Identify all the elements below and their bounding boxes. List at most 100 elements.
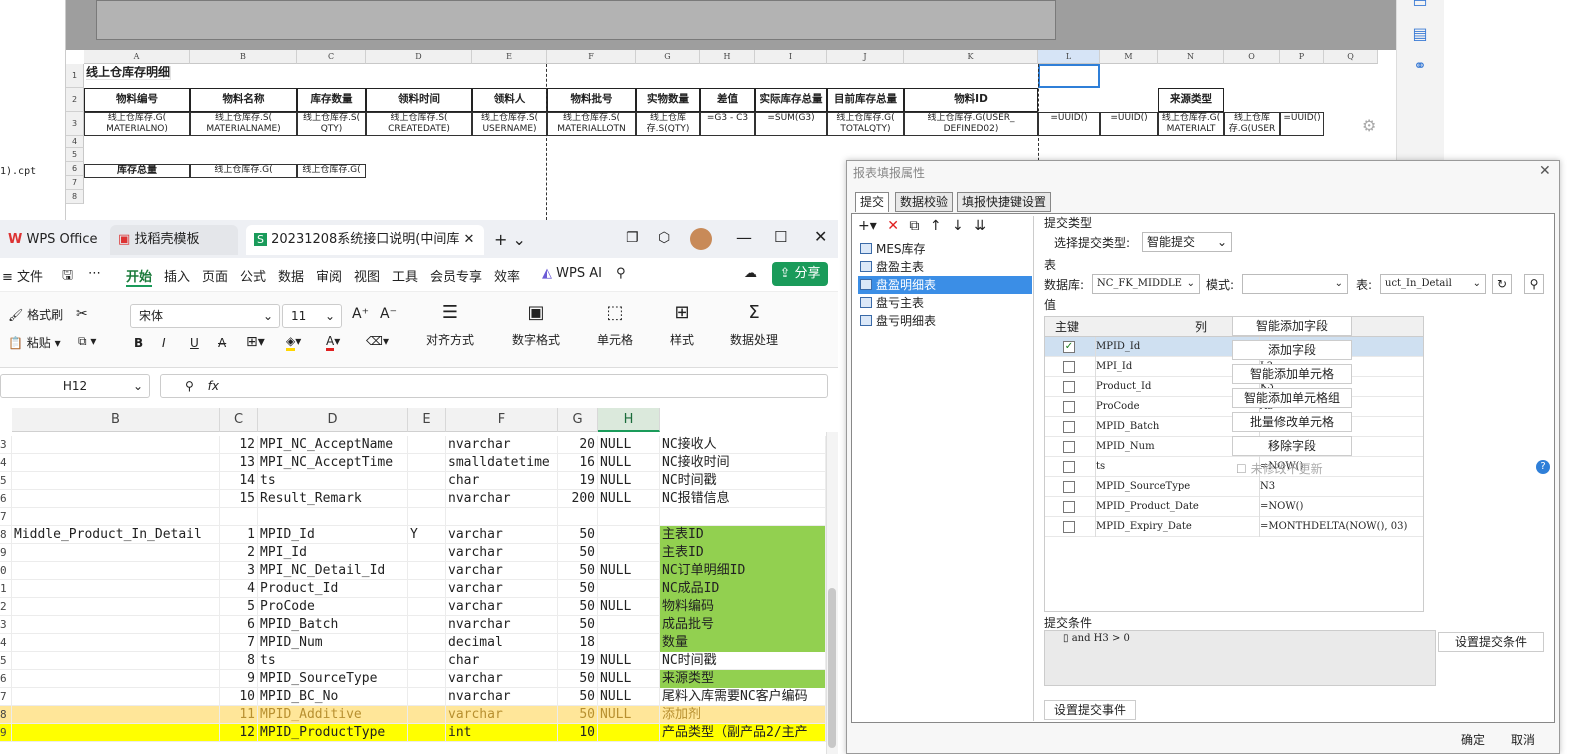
paste-button[interactable]: 📋 粘贴 ▾ <box>8 334 61 351</box>
cell-button[interactable]: ⬚ 单元格 <box>588 302 642 348</box>
side-action-button[interactable]: 添加字段 <box>1232 340 1352 360</box>
cell-nullable[interactable]: NULL <box>598 472 660 490</box>
side-action-button[interactable]: 批量修改单元格 <box>1232 412 1352 432</box>
cell-pk[interactable] <box>408 616 446 634</box>
cell-length[interactable]: 50 <box>558 670 598 688</box>
align-button[interactable]: ☰ 对齐方式 <box>420 302 480 348</box>
save-icon[interactable]: 🖫 <box>62 266 73 288</box>
table-row[interactable]: 5 14 ts char 19 NULL NC时间戳 <box>0 472 826 490</box>
cell-seq[interactable]: 3 <box>220 562 258 580</box>
cell-field-name[interactable]: MPID_Num <box>260 634 408 652</box>
cell-seq[interactable]: 15 <box>220 490 258 508</box>
delete-icon[interactable]: ✕ <box>887 218 899 234</box>
cell-description[interactable]: NC接收时间 <box>660 454 826 472</box>
cell-seq[interactable]: 7 <box>220 634 258 652</box>
total-row-cell[interactable]: 库存总量 <box>84 164 190 178</box>
font-color-icon[interactable]: A▾ <box>326 334 340 351</box>
cell-pk[interactable] <box>408 634 446 652</box>
font-size-select[interactable]: 11 ⌄ <box>282 304 342 328</box>
formula-cell[interactable]: 线上仓库存.S(QTY) <box>636 112 700 136</box>
cell-length[interactable]: 19 <box>558 472 598 490</box>
cell-table-name[interactable] <box>14 670 220 688</box>
table-row[interactable]: 3 6 MPID_Batch nvarchar 50 成品批号 <box>0 616 826 634</box>
header-cell[interactable]: 差值 <box>700 88 755 112</box>
style-button[interactable]: ⊞ 样式 <box>660 302 704 348</box>
cell-table-name[interactable] <box>14 598 220 616</box>
cell-length[interactable]: 19 <box>558 652 598 670</box>
field-row[interactable]: MPID_Product_Date =NOW() <box>1045 497 1423 517</box>
cell-seq[interactable]: 1 <box>220 526 258 544</box>
tab-member[interactable]: 会员专享 <box>430 266 482 285</box>
cell-seq[interactable]: 5 <box>220 598 258 616</box>
cell-field-name[interactable]: MPID_SourceType <box>260 670 408 688</box>
row-number[interactable]: 3 <box>0 616 12 634</box>
cell-pk[interactable] <box>408 562 446 580</box>
cell-pk[interactable] <box>408 670 446 688</box>
scrollbar-thumb[interactable] <box>828 588 836 748</box>
formula-cell[interactable]: 线上仓库存.S( USERNAME) <box>472 112 547 136</box>
cell-table-name[interactable] <box>14 580 220 598</box>
row-number[interactable]: 9 <box>0 724 12 742</box>
formula-cell[interactable]: 线上仓库存.G(USER_ DEFINED02) <box>904 112 1038 136</box>
row-number[interactable]: 0 <box>0 562 12 580</box>
increase-font-icon[interactable]: A⁺ <box>352 306 369 322</box>
cell-table-name[interactable] <box>14 652 220 670</box>
cell-nullable[interactable]: NULL <box>598 652 660 670</box>
tab-shortcuts[interactable]: 填报快捷键设置 <box>957 192 1052 212</box>
tree-item[interactable]: 盘亏主表 <box>858 294 1032 312</box>
total-row-cell[interactable]: 线上仓库存.G( <box>190 164 297 178</box>
column-header[interactable]: A <box>84 50 190 64</box>
tree-item[interactable]: 盘盈明细表 <box>858 276 1032 294</box>
cell-description[interactable]: 成品批号 <box>660 616 826 634</box>
formula-cell[interactable]: 线上仓库存.G( MATERIALNO) <box>84 112 190 136</box>
eraser-icon[interactable]: ⌫▾ <box>366 334 389 348</box>
table-row[interactable]: 8 Middle_Product_In_Detail 1 MPID_Id Yvarcha… <box>0 526 826 544</box>
condition-box[interactable]: ▯ and H3 > 0 <box>1044 630 1436 686</box>
cell-pk[interactable] <box>408 580 446 598</box>
table-row[interactable]: 0 3 MPI_NC_Detail_Id varchar 50 NULL NC订单明细ID <box>0 562 826 580</box>
key-checkbox[interactable] <box>1063 361 1075 373</box>
tab-tools[interactable]: 工具 <box>392 266 418 285</box>
column-header[interactable]: O <box>1224 50 1280 64</box>
column-header[interactable]: P <box>1280 50 1324 64</box>
table-select[interactable]: uct_In_Detail ⌄ <box>1380 274 1486 294</box>
cell-nullable[interactable] <box>598 580 660 598</box>
table-row[interactable]: 9 12 MPID_ProductType int 10 产品类型（副产品2/主产 <box>0 724 826 742</box>
cell-type[interactable]: nvarchar <box>446 688 558 706</box>
row-number[interactable]: 8 <box>0 526 12 544</box>
tab-efficiency[interactable]: 效率 <box>494 266 520 285</box>
cell-table-name[interactable] <box>14 472 220 490</box>
row-number[interactable]: 6 <box>0 670 12 688</box>
sheet-column-header[interactable]: H <box>598 408 660 432</box>
sheet-column-header[interactable]: F <box>446 408 558 432</box>
cell-pk[interactable] <box>408 454 446 472</box>
cell-seq[interactable]: 8 <box>220 652 258 670</box>
column-header[interactable]: C <box>297 50 366 64</box>
column-header[interactable]: M <box>1100 50 1158 64</box>
row-header[interactable]: 1 <box>66 64 84 88</box>
table-row[interactable]: 7 <box>0 508 826 526</box>
cell-description[interactable]: 产品类型（副产品2/主产 <box>660 724 826 742</box>
cell-pk[interactable]: Y <box>408 526 446 544</box>
column-header[interactable]: K <box>904 50 1038 64</box>
tree-item[interactable]: 盘亏明细表 <box>858 312 1032 330</box>
row-number[interactable]: 9 <box>0 544 12 562</box>
cell-pk[interactable] <box>408 598 446 616</box>
submit-type-select[interactable]: 智能提交 ⌄ <box>1142 232 1232 252</box>
column-header[interactable]: Q <box>1324 50 1378 64</box>
header-cell[interactable]: 领料时间 <box>366 88 472 112</box>
cell-nullable[interactable] <box>598 616 660 634</box>
tree-item[interactable]: MES库存 <box>858 240 1032 258</box>
window-icon[interactable]: ❐ <box>626 230 639 246</box>
cell-description[interactable]: NC成品ID <box>660 580 826 598</box>
column-header[interactable]: D <box>366 50 472 64</box>
fill-color-icon[interactable]: ◈▾ <box>286 334 301 351</box>
cell-seq[interactable] <box>220 508 258 526</box>
font-name-select[interactable]: 宋体 ⌄ <box>130 304 280 328</box>
set-condition-button[interactable]: 设置提交条件 <box>1438 632 1544 652</box>
cut-icon[interactable]: ✂ <box>76 306 88 322</box>
header-cell[interactable]: 物料名称 <box>190 88 297 112</box>
cell-description[interactable]: NC时间戳 <box>660 652 826 670</box>
header-cell[interactable]: 目前库存总量 <box>827 88 904 112</box>
cell-type[interactable]: char <box>446 652 558 670</box>
